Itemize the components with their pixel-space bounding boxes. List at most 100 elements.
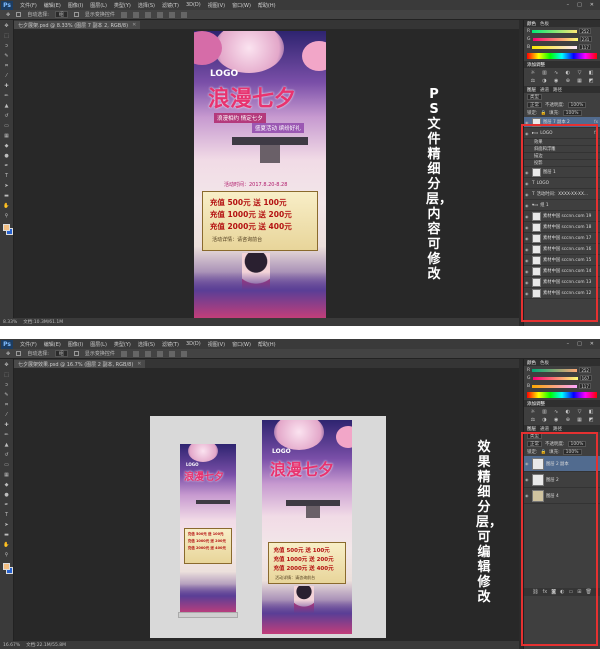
eraser-icon[interactable]: ▭ — [2, 122, 12, 130]
quick-select-icon[interactable]: ✎ — [2, 391, 12, 399]
color-g-value[interactable]: 231 — [579, 36, 592, 42]
move-tool-icon[interactable]: ✥ — [6, 12, 10, 18]
tab-layers[interactable]: 图层 — [527, 87, 536, 93]
document-tab[interactable]: 七夕展架效果.psd @ 16.7% (图层 2 副本, RGB/8) ✕ — [14, 360, 146, 368]
align-right-icon[interactable] — [180, 350, 187, 357]
channel-mixer-icon[interactable]: ⊕ — [563, 78, 573, 84]
color-spectrum[interactable] — [527, 392, 597, 398]
tab-layers[interactable]: 图层 — [527, 426, 536, 432]
invert-icon[interactable]: ◩ — [586, 78, 596, 84]
menu-view[interactable]: 视图(V) — [208, 2, 225, 9]
color-spectrum[interactable] — [527, 53, 597, 59]
align-bottom-icon[interactable] — [144, 11, 151, 18]
stamp-tool-icon[interactable]: ▲ — [2, 102, 12, 110]
lookup-icon[interactable]: ▦ — [575, 417, 585, 423]
close-icon[interactable]: ✕ — [590, 2, 594, 8]
vibrance-icon[interactable]: ▽ — [575, 70, 585, 76]
blur-tool-icon[interactable]: ◆ — [2, 481, 12, 489]
gradient-tool-icon[interactable]: ▦ — [2, 132, 12, 140]
menu-window[interactable]: 窗口(W) — [232, 2, 251, 9]
shape-tool-icon[interactable]: ▬ — [2, 192, 12, 200]
menu-image[interactable]: 图像(I) — [68, 2, 83, 9]
menu-type[interactable]: 类型(Y) — [114, 2, 131, 9]
exposure-icon[interactable]: ◐ — [563, 70, 573, 76]
marquee-tool-icon[interactable]: ⬚ — [2, 371, 12, 379]
levels-icon[interactable]: ▥ — [540, 70, 550, 76]
tab-close-icon[interactable]: ✕ — [137, 361, 141, 367]
align-top-icon[interactable] — [120, 11, 127, 18]
align-center-icon[interactable] — [168, 11, 175, 18]
history-brush-icon[interactable]: ↺ — [2, 112, 12, 120]
healing-brush-icon[interactable]: ✚ — [2, 82, 12, 90]
document-tab[interactable]: 七夕展架.psd @ 8.33% (图层 7 副本 2, RGB/8) ✕ — [14, 21, 141, 29]
photo-filter-icon[interactable]: ◉ — [551, 78, 561, 84]
tab-channels[interactable]: 通道 — [540, 426, 549, 432]
align-middle-icon[interactable] — [132, 350, 139, 357]
maximize-icon[interactable]: □ — [577, 2, 582, 8]
auto-select-dropdown[interactable]: 组 — [54, 350, 68, 357]
menu-window[interactable]: 窗口(W) — [232, 341, 251, 348]
lasso-tool-icon[interactable]: ↄ — [2, 42, 12, 50]
minimize-icon[interactable]: – — [567, 341, 570, 347]
eyedropper-icon[interactable]: ⁄ — [2, 72, 12, 80]
crop-tool-icon[interactable]: ⌗ — [2, 62, 12, 70]
levels-icon[interactable]: ▥ — [540, 409, 550, 415]
align-right-icon[interactable] — [180, 11, 187, 18]
canvas-area[interactable]: LOGO 浪漫七夕 充值 500元 送 100元 充值 1000元 送 200元… — [14, 368, 519, 641]
brush-tool-icon[interactable]: ✏ — [2, 431, 12, 439]
align-center-icon[interactable] — [168, 350, 175, 357]
black-white-icon[interactable]: ◑ — [540, 417, 550, 423]
menu-file[interactable]: 文件(F) — [20, 341, 37, 348]
menu-3d[interactable]: 3D(D) — [186, 341, 201, 347]
move-tool-icon[interactable]: ✥ — [2, 22, 12, 30]
color-g-slider[interactable] — [532, 376, 578, 380]
blur-tool-icon[interactable]: ◆ — [2, 142, 12, 150]
color-r-value[interactable]: 252 — [579, 28, 592, 34]
menu-edit[interactable]: 编辑(E) — [44, 2, 61, 9]
zoom-level[interactable]: 16.67% — [3, 643, 20, 648]
transform-checkbox[interactable] — [73, 351, 79, 356]
color-r-value[interactable]: 252 — [579, 367, 592, 373]
color-balance-icon[interactable]: ⚖ — [528, 78, 538, 84]
eraser-icon[interactable]: ▭ — [2, 461, 12, 469]
maximize-icon[interactable]: □ — [577, 341, 582, 347]
menu-3d[interactable]: 3D(D) — [186, 2, 201, 8]
dodge-tool-icon[interactable]: ● — [2, 491, 12, 499]
tab-channels[interactable]: 通道 — [540, 87, 549, 93]
tab-swatches[interactable]: 色板 — [540, 21, 549, 27]
poster-artwork[interactable]: LOGO 浪漫七夕 浪漫相约 情定七夕 盛夏活动 缤纷好礼 活动时间：2017.… — [194, 31, 326, 318]
hue-icon[interactable]: ◧ — [586, 409, 596, 415]
menu-file[interactable]: 文件(F) — [20, 2, 37, 9]
auto-select-checkbox[interactable] — [16, 12, 22, 17]
invert-icon[interactable]: ◩ — [586, 417, 596, 423]
photo-filter-icon[interactable]: ◉ — [551, 417, 561, 423]
pen-tool-icon[interactable]: ✒ — [2, 501, 12, 509]
move-tool-icon[interactable]: ✥ — [2, 361, 12, 369]
menu-filter[interactable]: 滤镜(T) — [162, 341, 179, 348]
quick-select-icon[interactable]: ✎ — [2, 52, 12, 60]
menu-help[interactable]: 帮助(H) — [258, 341, 276, 348]
brightness-icon[interactable]: ☼ — [528, 409, 538, 415]
gradient-tool-icon[interactable]: ▦ — [2, 471, 12, 479]
menu-type[interactable]: 类型(Y) — [114, 341, 131, 348]
tab-swatches[interactable]: 色板 — [540, 360, 549, 366]
healing-brush-icon[interactable]: ✚ — [2, 421, 12, 429]
curves-icon[interactable]: ∿ — [551, 409, 561, 415]
curves-icon[interactable]: ∿ — [551, 70, 561, 76]
foreground-color-swatch[interactable] — [3, 563, 10, 570]
lasso-tool-icon[interactable]: ↄ — [2, 381, 12, 389]
color-balance-icon[interactable]: ⚖ — [528, 417, 538, 423]
canvas-area[interactable]: LOGO 浪漫七夕 浪漫相约 情定七夕 盛夏活动 缤纷好礼 活动时间：2017.… — [14, 29, 519, 318]
align-middle-icon[interactable] — [132, 11, 139, 18]
align-bottom-icon[interactable] — [144, 350, 151, 357]
color-b-slider[interactable] — [532, 45, 578, 49]
type-tool-icon[interactable]: T — [2, 511, 12, 519]
hue-icon[interactable]: ◧ — [586, 70, 596, 76]
brush-tool-icon[interactable]: ✏ — [2, 92, 12, 100]
color-b-value[interactable]: 117 — [579, 44, 592, 50]
black-white-icon[interactable]: ◑ — [540, 78, 550, 84]
menu-select[interactable]: 选择(S) — [138, 2, 155, 9]
tab-color[interactable]: 颜色 — [527, 360, 536, 366]
vibrance-icon[interactable]: ▽ — [575, 409, 585, 415]
auto-select-dropdown[interactable]: 组 — [54, 11, 68, 18]
